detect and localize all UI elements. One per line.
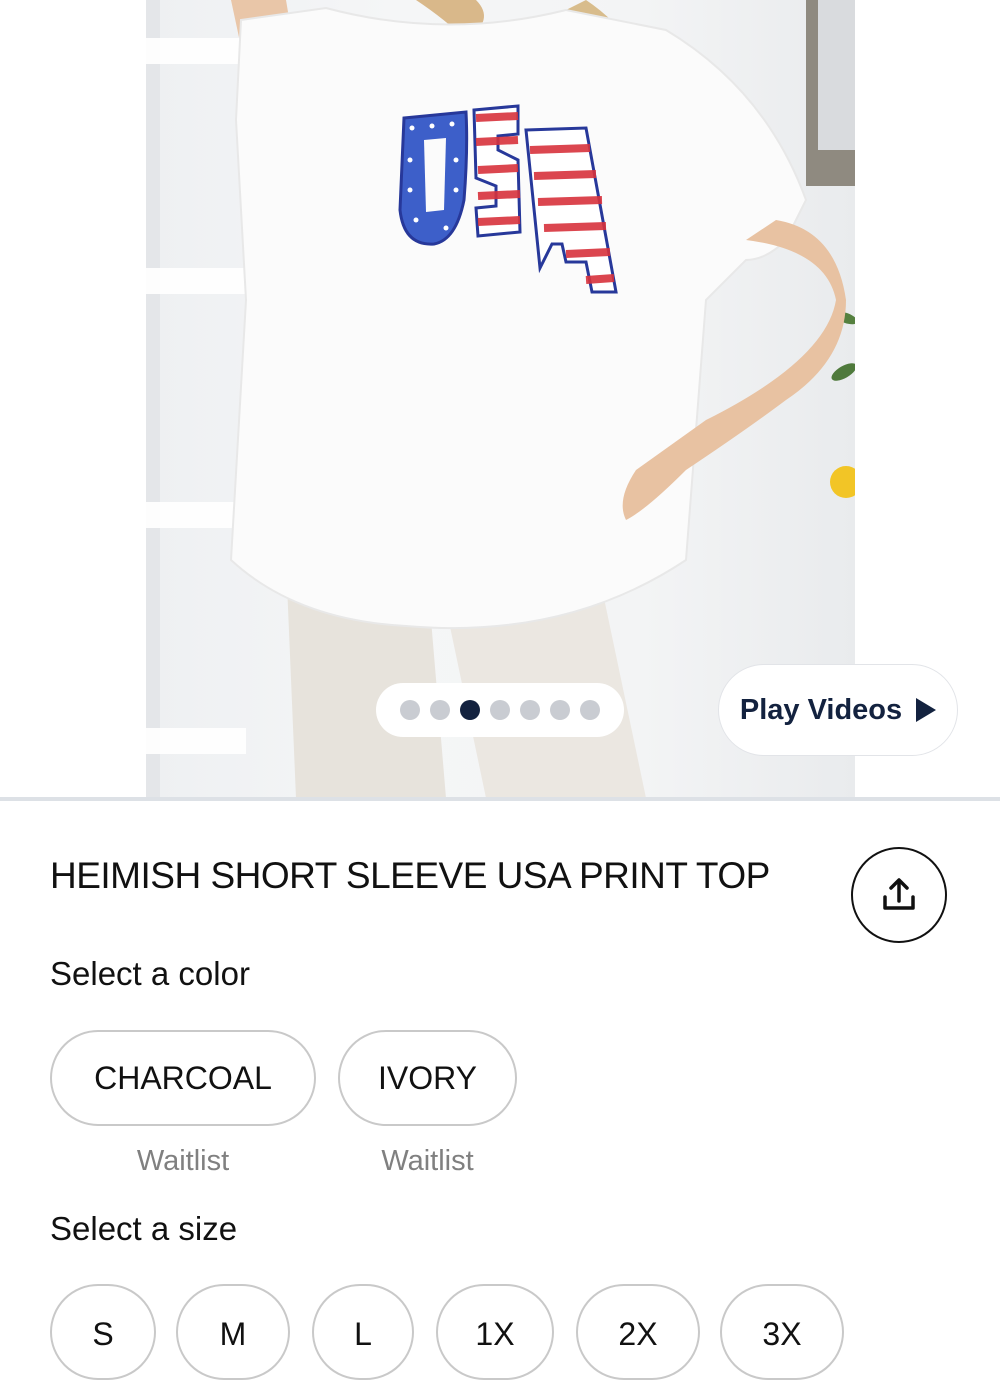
size-option-m[interactable]: M	[176, 1284, 290, 1380]
carousel-dot-active[interactable]	[460, 700, 480, 720]
size-option-2x[interactable]: 2X	[576, 1284, 700, 1380]
size-option-label: S	[92, 1316, 114, 1352]
size-option-label: M	[219, 1316, 247, 1352]
play-videos-label: Play Videos	[739, 693, 903, 726]
size-option-label: 3X	[762, 1316, 802, 1352]
select-color-label: Select a color	[50, 955, 250, 992]
play-triangle-icon	[916, 698, 937, 722]
play-videos-button[interactable]: Play Videos	[718, 664, 958, 756]
size-option-3x[interactable]: 3X	[720, 1284, 844, 1380]
color-option-charcoal[interactable]: CHARCOAL	[50, 1030, 316, 1126]
select-size-label: Select a size	[50, 1210, 238, 1247]
product-title: HEIMISH SHORT SLEEVE USA PRINT TOP	[50, 855, 770, 896]
product-image-carousel[interactable]: Play Videos	[0, 0, 1000, 798]
hero-divider	[0, 797, 1000, 801]
carousel-dot[interactable]	[580, 700, 600, 720]
size-option-label: 2X	[618, 1316, 658, 1352]
size-option-s[interactable]: S	[50, 1284, 156, 1380]
size-option-label: 1X	[475, 1316, 515, 1352]
color-option-label: CHARCOAL	[94, 1059, 272, 1096]
carousel-dot[interactable]	[430, 700, 450, 720]
color-option-ivory[interactable]: IVORY	[338, 1030, 517, 1126]
carousel-dot[interactable]	[550, 700, 570, 720]
share-button[interactable]	[851, 847, 947, 943]
color-option-label: IVORY	[378, 1059, 477, 1096]
carousel-dot[interactable]	[520, 700, 540, 720]
carousel-dot[interactable]	[400, 700, 420, 720]
size-option-l[interactable]: L	[312, 1284, 414, 1380]
carousel-pagination-dots	[376, 683, 624, 737]
ivory-waitlist-status: Waitlist	[381, 1145, 474, 1177]
charcoal-waitlist-status: Waitlist	[136, 1145, 230, 1177]
size-option-label: L	[354, 1316, 372, 1352]
carousel-dot[interactable]	[490, 700, 510, 720]
size-option-1x[interactable]: 1X	[436, 1284, 554, 1380]
share-upload-icon	[883, 878, 915, 910]
